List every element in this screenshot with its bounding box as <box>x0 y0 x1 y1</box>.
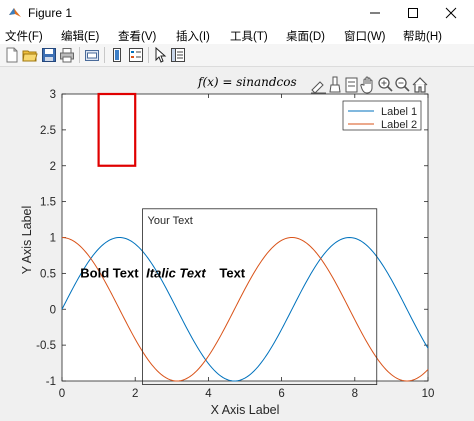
y-axis-label: Y Axis Label <box>20 206 34 275</box>
x-tick-label: 10 <box>422 388 435 400</box>
x-tick-label: 2 <box>132 388 138 400</box>
y-tick-label: -0.5 <box>36 340 56 352</box>
legend[interactable]: Label 1 Label 2 <box>342 100 422 131</box>
y-tick-label: 2.5 <box>40 125 56 137</box>
x-tick-label: 4 <box>205 388 212 400</box>
x-tick-label: 6 <box>278 388 284 400</box>
legend-label-2: Label 2 <box>381 119 417 131</box>
plot-area: 0 2 4 6 8 10-1-0.500.511.522.53 X Axis Label … <box>20 89 435 417</box>
y-tick-label: -1 <box>46 376 56 388</box>
bold-text-annotation[interactable]: Bold Text <box>80 265 139 280</box>
y-tick-label: 2 <box>50 161 56 173</box>
y-tick-label: 0.5 <box>40 268 56 280</box>
plain-text-annotation[interactable]: Text <box>219 265 245 280</box>
x-tick-label: 8 <box>352 388 358 400</box>
x-tick-label: 0 <box>59 388 65 400</box>
figure-window: Figure 1 文件(F) 编辑(E) 查看(V) 插入(I) 工具(T) 桌… <box>0 0 474 421</box>
y-tick-label: 0 <box>50 304 56 316</box>
legend-label-1: Label 1 <box>381 106 417 118</box>
y-tick-label: 1.5 <box>40 197 56 209</box>
y-tick-label: 1 <box>50 233 56 245</box>
italic-text-annotation[interactable]: Italic Text <box>146 265 206 280</box>
y-tick-label: 3 <box>50 89 56 101</box>
textbox-text[interactable]: Your Text <box>148 215 193 227</box>
x-axis-label: X Axis Label <box>211 403 280 417</box>
